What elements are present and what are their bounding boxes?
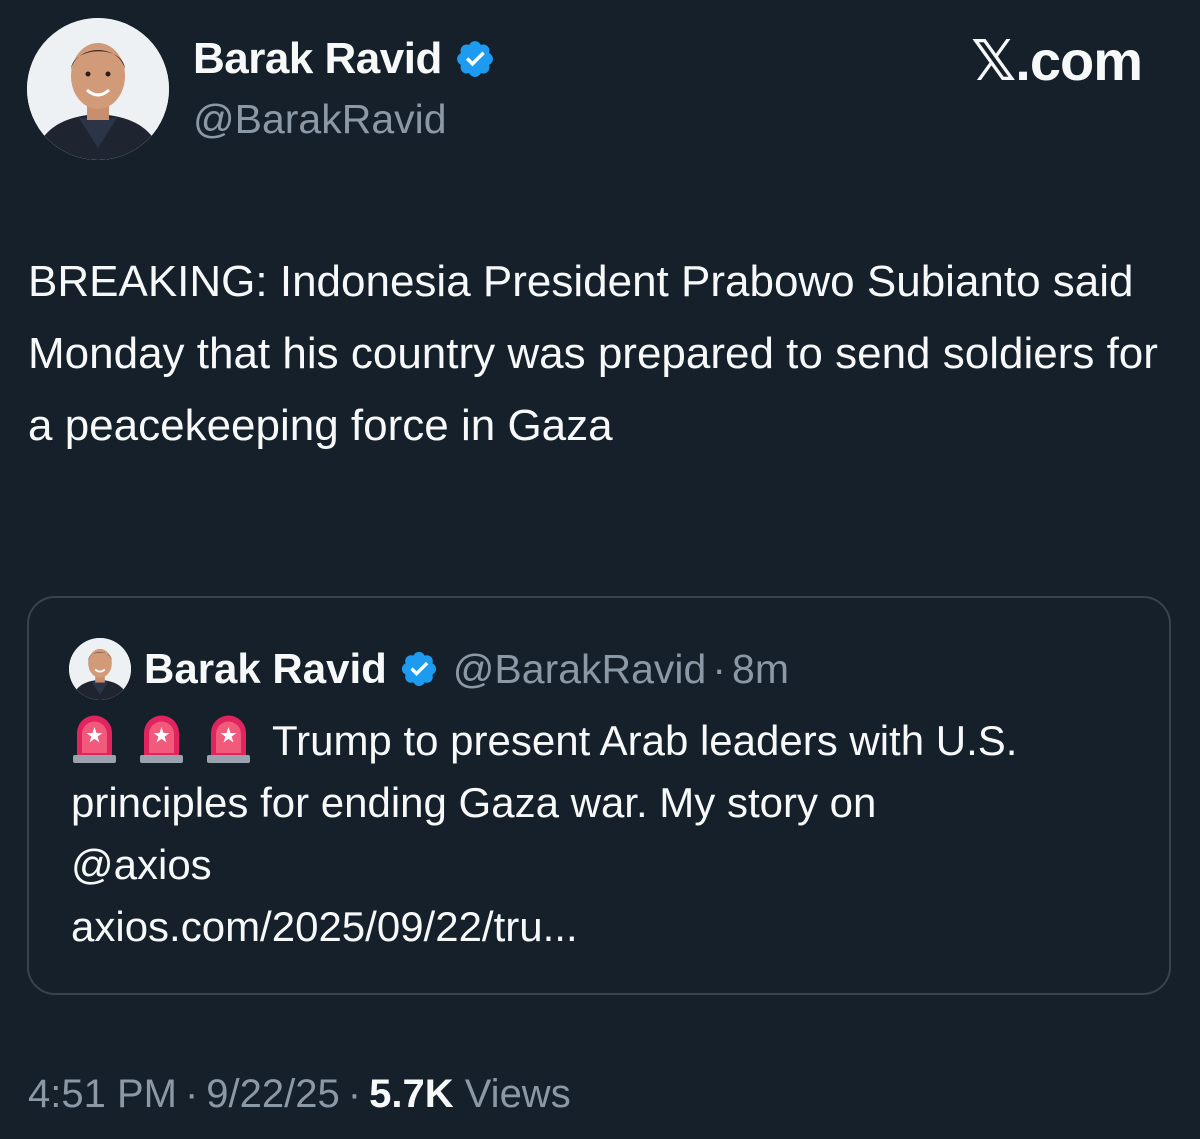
- author-display-name[interactable]: Barak Ravid: [193, 34, 496, 84]
- article-link[interactable]: axios.com/2025/09/22/tru...: [71, 903, 578, 950]
- views-count[interactable]: 5.7K: [369, 1072, 454, 1116]
- quoted-tweet-header: Barak Ravid @BarakRavid · 8m: [69, 638, 789, 700]
- tweet-meta: 4:51 PM · 9/22/25 · 5.7K Views: [28, 1072, 571, 1117]
- axios-mention-link[interactable]: @axios: [71, 841, 212, 888]
- author-name-text: Barak Ravid: [193, 34, 442, 83]
- quoted-tweet[interactable]: Barak Ravid @BarakRavid · 8m Trump to pr…: [27, 596, 1171, 995]
- avatar-portrait-image: [27, 18, 169, 160]
- dot-separator: ·: [184, 1072, 199, 1116]
- tweet-date[interactable]: 9/22/25: [206, 1072, 339, 1116]
- tweet-time[interactable]: 4:51 PM: [28, 1072, 177, 1116]
- tweet-text: BREAKING: Indonesia President Prabowo Su…: [28, 257, 1158, 450]
- quoted-tweet-time[interactable]: 8m: [732, 646, 789, 693]
- police-siren-icon: [138, 713, 185, 763]
- x-logo: 𝕏.com: [971, 29, 1143, 92]
- quoted-text-line1: Trump to present Arab leaders with U.S.: [272, 717, 1018, 764]
- tweet-card: Barak Ravid @BarakRavid 𝕏.com BREAKING: …: [0, 0, 1200, 1139]
- quoted-author-name[interactable]: Barak Ravid: [144, 645, 387, 693]
- quoted-tweet-text: Trump to present Arab leaders with U.S. p…: [71, 710, 1151, 958]
- dot-separator: ·: [347, 1072, 362, 1116]
- quoted-author-avatar[interactable]: [69, 638, 131, 700]
- verified-badge-icon: [401, 651, 436, 687]
- police-siren-icon: [205, 713, 252, 763]
- dot-separator: ·: [712, 645, 727, 692]
- verified-badge-icon: [456, 41, 493, 77]
- author-avatar[interactable]: [27, 18, 169, 160]
- author-handle[interactable]: @BarakRavid: [193, 96, 447, 143]
- views-label: Views: [464, 1072, 571, 1116]
- quoted-avatar-portrait-image: [69, 638, 131, 700]
- police-siren-icon: [71, 713, 118, 763]
- quoted-author-handle[interactable]: @BarakRavid: [453, 646, 707, 693]
- quoted-text-line2: principles for ending Gaza war. My story…: [71, 779, 877, 826]
